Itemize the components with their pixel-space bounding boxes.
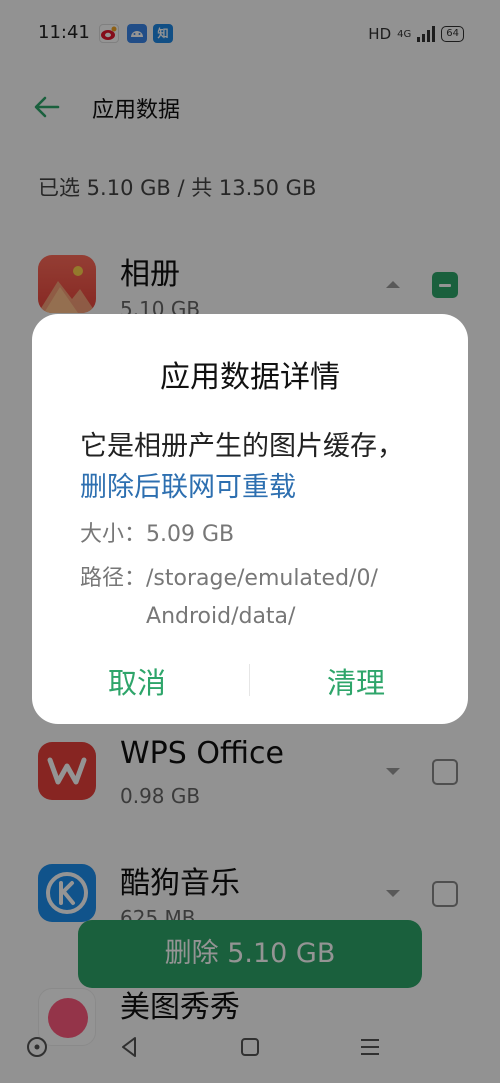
path-info: 路径：/storage/emulated/0/Android/data/: [80, 560, 386, 636]
path-label: 路径：: [80, 566, 147, 591]
dialog-title: 应用数据详情: [160, 360, 340, 395]
size-info: 大小：5.09 GB: [80, 516, 234, 554]
cancel-button[interactable]: 取消: [108, 660, 166, 702]
size-label: 大小：: [80, 522, 147, 547]
clean-button[interactable]: 清理: [327, 660, 385, 702]
size-value: 5.09 GB: [146, 522, 235, 547]
path-value: /storage/emulated/0/Android/data/: [146, 566, 378, 629]
dialog-message: 它是相册产生的图片缓存， 删除后联网可重载: [80, 426, 410, 508]
dialog-message-link: 删除后联网可重载: [80, 472, 296, 503]
button-divider: [249, 664, 250, 696]
dialog-message-text: 它是相册产生的图片缓存，: [80, 431, 404, 462]
app-data-details-dialog: 应用数据详情 它是相册产生的图片缓存， 删除后联网可重载 大小：5.09 GB 路…: [32, 314, 468, 724]
